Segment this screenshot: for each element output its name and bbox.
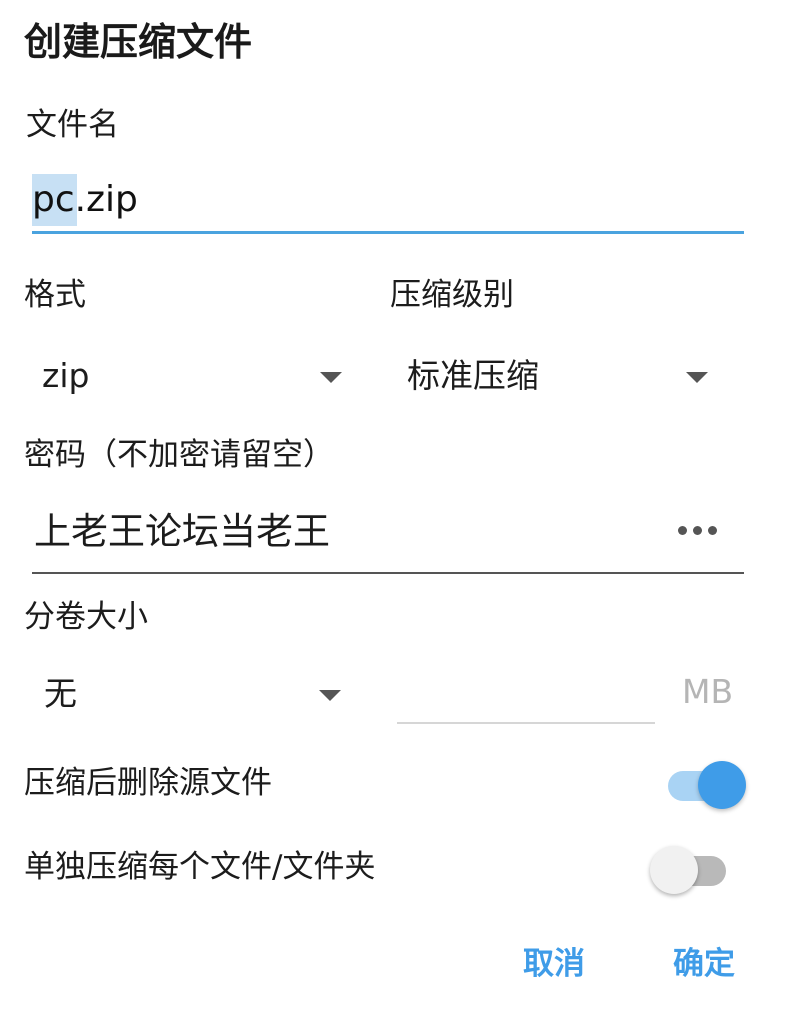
compression-level-label: 压缩级别 (390, 277, 514, 313)
chevron-down-icon (319, 690, 341, 701)
chevron-down-icon (686, 372, 708, 383)
filename-label: 文件名 (26, 107, 119, 143)
mb-unit-label: MB (682, 672, 734, 711)
delete-after-label: 压缩后删除源文件 (24, 765, 272, 801)
filename-input[interactable]: pc.zip (32, 172, 744, 234)
volume-size-value: 无 (44, 674, 77, 713)
format-select[interactable]: zip (42, 348, 347, 404)
compression-level-select[interactable]: 标准压缩 (407, 348, 712, 404)
chevron-down-icon (320, 372, 342, 383)
confirm-button[interactable]: 确定 (673, 942, 735, 986)
password-input[interactable]: 上老王论坛当老王 (32, 500, 744, 574)
volume-size-label: 分卷大小 (24, 599, 148, 635)
format-value: zip (42, 356, 90, 395)
more-dots-icon[interactable] (678, 524, 718, 538)
filename-value: pc.zip (32, 179, 138, 220)
cancel-button[interactable]: 取消 (523, 942, 585, 986)
format-label: 格式 (24, 277, 86, 313)
separate-each-toggle[interactable] (650, 843, 730, 897)
delete-after-toggle[interactable] (666, 758, 746, 812)
password-label: 密码（不加密请留空） (24, 437, 334, 473)
volume-size-select[interactable]: 无 (44, 666, 349, 722)
password-value: 上老王论坛当老王 (34, 510, 330, 553)
separate-each-label: 单独压缩每个文件/文件夹 (24, 849, 376, 885)
toggle-thumb (698, 761, 746, 809)
dialog-title: 创建压缩文件 (24, 20, 253, 64)
volume-size-input[interactable] (397, 662, 655, 724)
toggle-thumb (650, 846, 698, 894)
compression-level-value: 标准压缩 (407, 356, 539, 395)
